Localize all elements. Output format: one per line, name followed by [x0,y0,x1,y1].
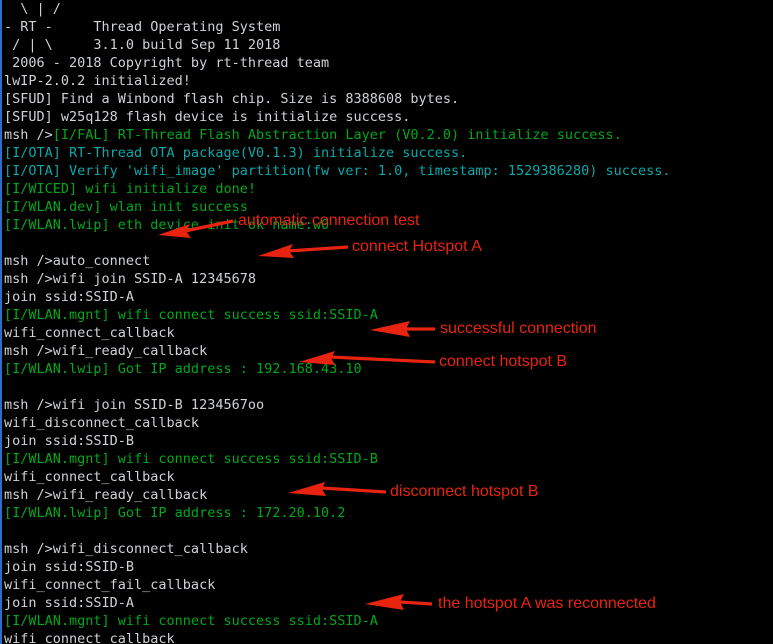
console-line: wifi_connect_callback [4,325,175,341]
console-line: msh />wifi_ready_callback [4,487,208,503]
console-line: [I/WLAN.mgnt] wifi connect success ssid:… [4,451,378,467]
console-line: [SFUD] Find a Winbond flash chip. Size i… [4,91,460,107]
window-left-border [0,0,2,644]
console-line: [SFUD] w25q128 flash device is initializ… [4,109,411,125]
console-line: wifi_connect_callback [4,631,175,644]
console-line: join ssid:SSID-A [4,595,135,611]
console-line: wifi_connect_callback [4,469,175,485]
shell-prompt: msh /> [4,127,53,143]
console-line: [I/WICED] wifi initialize done! [4,181,256,197]
console-output[interactable]: \ | / - RT - Thread Operating System / | … [4,0,773,644]
terminal-window[interactable]: \ | / - RT - Thread Operating System / | … [0,0,773,644]
console-line: msh />wifi_disconnect_callback [4,541,248,557]
console-line: msh />wifi join SSID-A 12345678 [4,271,256,287]
console-line: [I/WLAN.lwip] Got IP address : 192.168.4… [4,361,362,377]
console-line: - RT - Thread Operating System [4,19,281,35]
console-line: join ssid:SSID-B [4,559,135,575]
console-line: / | \ 3.1.0 build Sep 11 2018 [4,37,281,53]
annotation-label-the-hotspot-a-reconnected: the hotspot A was reconnected [438,595,656,612]
console-line: wifi_disconnect_callback [4,415,200,431]
log-message: [I/FAL] RT-Thread Flash Abstraction Laye… [52,127,622,143]
console-line: [I/OTA] RT-Thread OTA package(V0.1.3) in… [4,145,468,161]
annotation-label-connect-hotspot-b: connect hotspot B [439,353,568,370]
console-line: \ | / [4,1,61,17]
console-line: [I/WLAN.mgnt] wifi connect success ssid:… [4,307,378,323]
console-line: msh />wifi join SSID-B 1234567oo [4,397,265,413]
console-line: lwIP-2.0.2 initialized! [4,73,191,89]
console-line: join ssid:SSID-B [4,433,135,449]
annotation-label-connect-hotspot-a: connect Hotspot A [352,238,482,255]
console-line: msh />wifi_ready_callback [4,343,208,359]
console-line: [I/WLAN.lwip] Got IP address : 172.20.10… [4,505,346,521]
annotation-label-disconnect-hotspot-b: disconnect hotspot B [390,483,539,500]
console-line: 2006 - 2018 Copyright by rt-thread team [4,55,330,71]
console-line: [I/WLAN.mgnt] wifi connect success ssid:… [4,613,378,629]
annotation-label-automatic-connection-test: automatic connection test [238,212,420,229]
annotation-label-successful-connection: successful connection [440,320,597,337]
console-line: join ssid:SSID-A [4,289,135,305]
console-line: msh />[I/FAL] RT-Thread Flash Abstractio… [4,126,773,144]
console-line: wifi_connect_fail_callback [4,577,216,593]
console-line: [I/OTA] Verify 'wifi_image' partition(fw… [4,163,671,179]
